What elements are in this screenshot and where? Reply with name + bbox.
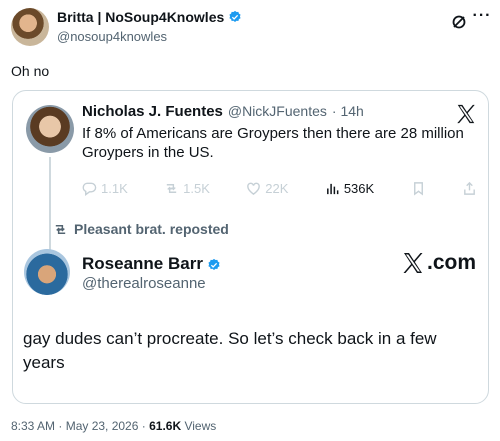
bookmark-button[interactable] xyxy=(411,181,426,196)
repost-icon xyxy=(166,183,177,193)
author-name[interactable]: Britta | NoSoup4Knowles xyxy=(57,9,224,25)
more-options-button[interactable]: ··· xyxy=(471,8,493,29)
quoted-author-line: Nicholas J. Fuentes @NickJFuentes · 14h xyxy=(82,103,364,120)
reposted-author-name[interactable]: Roseanne Barr xyxy=(82,254,203,274)
tweet-meta: 8:33 AM · May 23, 2026 · 61.6K Views xyxy=(11,419,216,433)
meta-separator: · xyxy=(141,419,146,433)
x-com-logo-text: .com xyxy=(427,251,477,274)
author-handle[interactable]: @nosoup4knowles xyxy=(57,29,167,44)
author-avatar[interactable] xyxy=(11,8,49,46)
x-logo-icon xyxy=(403,253,423,273)
quoted-post-text: If 8% of Americans are Groypers then the… xyxy=(82,125,464,161)
views-total: 61.6K xyxy=(149,419,182,433)
repost-attribution: Pleasant brat. reposted xyxy=(53,221,229,237)
x-com-logo: .com xyxy=(401,251,476,275)
repost-attribution-label[interactable]: Pleasant brat. reposted xyxy=(74,221,229,237)
reposted-author-avatar[interactable] xyxy=(24,249,70,295)
bookmark-icon xyxy=(413,181,423,196)
tweet-text: Oh no xyxy=(11,63,50,79)
repost-count: 1.5K xyxy=(183,180,210,196)
reply-button[interactable]: 1.1K xyxy=(82,181,128,196)
grok-icon[interactable] xyxy=(451,14,467,30)
quoted-author-name[interactable]: Nicholas J. Fuentes xyxy=(82,103,223,120)
verified-badge-icon xyxy=(207,257,221,271)
share-button[interactable] xyxy=(462,181,477,196)
views-label: Views xyxy=(184,419,217,433)
repost-button[interactable]: 1.5K xyxy=(164,181,210,196)
reply-icon xyxy=(82,182,97,196)
author-line: Britta | NoSoup4Knowles xyxy=(57,9,242,25)
reply-count: 1.1K xyxy=(101,180,128,196)
like-count: 22K xyxy=(265,180,289,196)
tweet-timestamp[interactable]: 8:33 AM · May 23, 2026 xyxy=(11,419,138,433)
verified-badge-icon xyxy=(228,10,242,24)
tweet-screenshot: Britta | NoSoup4Knowles @nosoup4knowles … xyxy=(0,0,500,441)
views-button[interactable]: 536K xyxy=(325,181,374,196)
views-bar-chart-icon xyxy=(326,183,339,194)
views-count: 536K xyxy=(343,180,375,196)
heart-icon xyxy=(247,182,261,195)
reposted-author-handle[interactable]: @therealroseanne xyxy=(82,275,206,292)
x-logo-icon xyxy=(455,103,477,125)
reposted-post-text: gay dudes can’t procreate. So let’s chec… xyxy=(23,329,437,372)
like-button[interactable]: 22K xyxy=(246,181,288,196)
reposted-author-line: Roseanne Barr xyxy=(82,254,221,274)
quoted-post-card[interactable]: Nicholas J. Fuentes @NickJFuentes · 14h … xyxy=(12,90,489,404)
quoted-author-handle[interactable]: @NickJFuentes xyxy=(228,103,327,119)
quoted-author-avatar[interactable] xyxy=(26,105,74,153)
quoted-post-time: · 14h xyxy=(331,103,364,119)
quoted-post-actions: 1.1K 1.5K 22K 536K xyxy=(82,179,477,197)
repost-icon xyxy=(55,224,66,234)
share-icon xyxy=(464,181,475,195)
